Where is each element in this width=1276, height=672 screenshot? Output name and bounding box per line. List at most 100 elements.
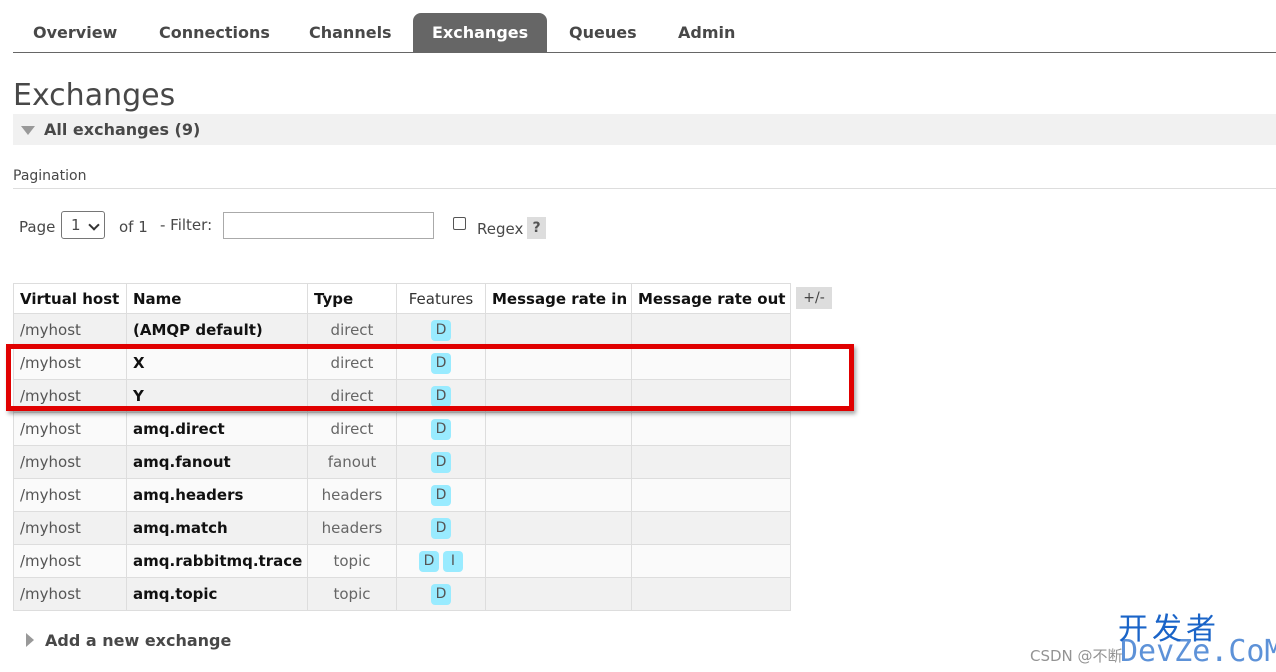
all-exchanges-toggle[interactable]: All exchanges (9) bbox=[13, 114, 1276, 145]
durable-badge: D bbox=[431, 451, 451, 473]
rate-in-cell bbox=[485, 379, 632, 413]
features-cell: D bbox=[396, 313, 486, 347]
regex-checkbox[interactable] bbox=[453, 217, 466, 230]
add-exchange-label: Add a new exchange bbox=[45, 631, 232, 650]
page-label: Page bbox=[19, 218, 56, 236]
table-row[interactable]: /myhost amq.rabbitmq.trace topic DI bbox=[13, 544, 791, 578]
internal-badge: I bbox=[443, 550, 463, 572]
page-select-value: 1 bbox=[71, 216, 81, 234]
vhost-cell: /myhost bbox=[13, 412, 127, 446]
exchange-name-link[interactable]: amq.fanout bbox=[126, 445, 308, 479]
rate-out-cell bbox=[631, 445, 791, 479]
table-row[interactable]: /myhost (AMQP default) direct D bbox=[13, 313, 791, 347]
type-cell: fanout bbox=[307, 445, 397, 479]
collapse-triangle-icon bbox=[21, 126, 35, 135]
rate-out-cell bbox=[631, 313, 791, 347]
section-label: All exchanges (9) bbox=[44, 120, 201, 139]
type-cell: direct bbox=[307, 379, 397, 413]
rate-out-cell bbox=[631, 544, 791, 578]
exchange-name-link[interactable]: amq.topic bbox=[126, 577, 308, 611]
table-row[interactable]: /myhost amq.match headers D bbox=[13, 511, 791, 545]
table-header-row: Virtual host Name Type Features Message … bbox=[13, 283, 791, 314]
vhost-cell: /myhost bbox=[13, 313, 127, 347]
rate-in-cell bbox=[485, 577, 632, 611]
help-button[interactable]: ? bbox=[527, 217, 546, 239]
vhost-cell: /myhost bbox=[13, 544, 127, 578]
tab-queues[interactable]: Queues bbox=[550, 13, 656, 52]
vhost-cell: /myhost bbox=[13, 346, 127, 380]
type-cell: headers bbox=[307, 478, 397, 512]
vhost-cell: /myhost bbox=[13, 511, 127, 545]
col-type[interactable]: Type bbox=[307, 283, 397, 314]
vhost-cell: /myhost bbox=[13, 379, 127, 413]
tab-admin[interactable]: Admin bbox=[659, 13, 754, 52]
features-cell: D bbox=[396, 478, 486, 512]
rate-in-cell bbox=[485, 412, 632, 446]
rate-out-cell bbox=[631, 478, 791, 512]
vhost-cell: /myhost bbox=[13, 445, 127, 479]
columns-toggle-button[interactable]: +/- bbox=[796, 287, 832, 309]
tab-overview[interactable]: Overview bbox=[14, 13, 136, 52]
chevron-down-icon bbox=[88, 219, 100, 231]
exchanges-table: Virtual host Name Type Features Message … bbox=[13, 283, 791, 611]
rate-in-cell bbox=[485, 478, 632, 512]
table-row[interactable]: /myhost amq.fanout fanout D bbox=[13, 445, 791, 479]
durable-badge: D bbox=[431, 418, 451, 440]
col-name[interactable]: Name bbox=[126, 283, 308, 314]
exchange-name-link[interactable]: amq.headers bbox=[126, 478, 308, 512]
vhost-cell: /myhost bbox=[13, 577, 127, 611]
rate-out-cell bbox=[631, 346, 791, 380]
features-cell: DI bbox=[396, 544, 486, 578]
features-cell: D bbox=[396, 577, 486, 611]
filter-input[interactable] bbox=[223, 212, 434, 239]
table-row[interactable]: /myhost amq.direct direct D bbox=[13, 412, 791, 446]
type-cell: headers bbox=[307, 511, 397, 545]
type-cell: direct bbox=[307, 313, 397, 347]
expand-triangle-icon bbox=[26, 633, 34, 647]
rate-in-cell bbox=[485, 544, 632, 578]
table-row[interactable]: /myhost amq.topic topic D bbox=[13, 577, 791, 611]
top-nav: Overview Connections Channels Exchanges … bbox=[13, 0, 1276, 53]
durable-badge: D bbox=[419, 550, 439, 572]
divider bbox=[13, 188, 1276, 189]
exchange-name-link[interactable]: amq.match bbox=[126, 511, 308, 545]
rate-in-cell bbox=[485, 313, 632, 347]
durable-badge: D bbox=[431, 385, 451, 407]
col-virtual-host[interactable]: Virtual host bbox=[13, 283, 127, 314]
rate-out-cell bbox=[631, 412, 791, 446]
type-cell: direct bbox=[307, 412, 397, 446]
page-count-label: of 1 bbox=[119, 218, 148, 236]
rate-out-cell bbox=[631, 577, 791, 611]
exchange-name-link[interactable]: (AMQP default) bbox=[126, 313, 308, 347]
exchange-name-link[interactable]: X bbox=[126, 346, 308, 380]
vhost-cell: /myhost bbox=[13, 478, 127, 512]
exchange-name-link[interactable]: amq.rabbitmq.trace bbox=[126, 544, 308, 578]
tab-connections[interactable]: Connections bbox=[140, 13, 289, 52]
tab-exchanges[interactable]: Exchanges bbox=[413, 13, 548, 52]
watermark-csdn: CSDN @不断 bbox=[1030, 647, 1123, 665]
features-cell: D bbox=[396, 445, 486, 479]
durable-badge: D bbox=[431, 352, 451, 374]
rate-out-cell bbox=[631, 511, 791, 545]
durable-badge: D bbox=[431, 517, 451, 539]
rate-in-cell bbox=[485, 346, 632, 380]
tab-channels[interactable]: Channels bbox=[290, 13, 411, 52]
type-cell: topic bbox=[307, 544, 397, 578]
filter-label: - Filter: bbox=[160, 216, 213, 234]
durable-badge: D bbox=[431, 484, 451, 506]
table-row[interactable]: /myhost X direct D bbox=[13, 346, 791, 380]
watermark-site: DevZe.CoM bbox=[1120, 634, 1276, 669]
type-cell: direct bbox=[307, 346, 397, 380]
features-cell: D bbox=[396, 379, 486, 413]
features-cell: D bbox=[396, 346, 486, 380]
table-row[interactable]: /myhost Y direct D bbox=[13, 379, 791, 413]
rate-in-cell bbox=[485, 511, 632, 545]
page-select[interactable]: 1 bbox=[61, 211, 105, 239]
durable-badge: D bbox=[431, 583, 451, 605]
rate-in-cell bbox=[485, 445, 632, 479]
exchange-name-link[interactable]: amq.direct bbox=[126, 412, 308, 446]
rate-out-cell bbox=[631, 379, 791, 413]
pagination-title: Pagination bbox=[13, 168, 87, 184]
table-row[interactable]: /myhost amq.headers headers D bbox=[13, 478, 791, 512]
exchange-name-link[interactable]: Y bbox=[126, 379, 308, 413]
